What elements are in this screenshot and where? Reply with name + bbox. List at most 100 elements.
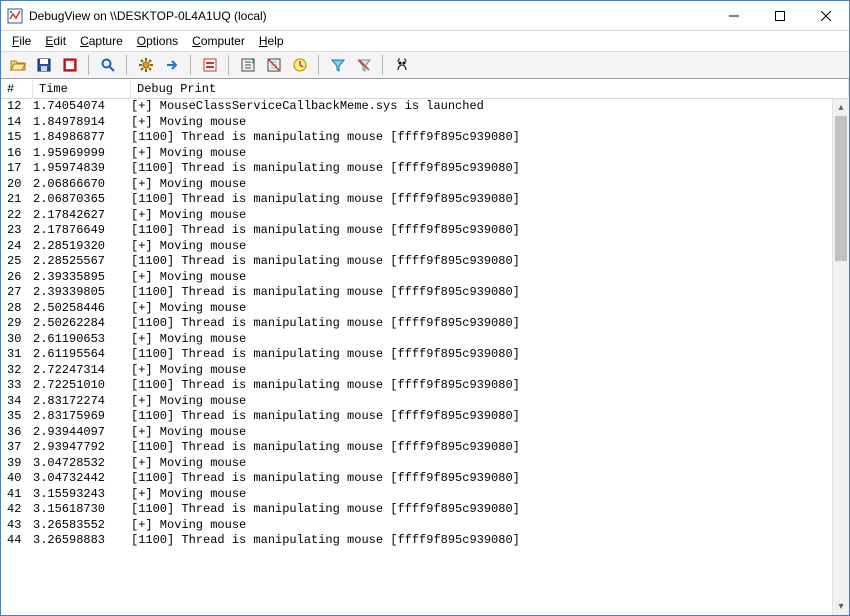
maximize-button[interactable] bbox=[757, 1, 803, 30]
log-row[interactable]: 342.83172274[+] Moving mouse bbox=[1, 394, 832, 410]
menu-computer[interactable]: Computer bbox=[185, 32, 252, 50]
log-row[interactable]: 423.15618730[1100] Thread is manipulatin… bbox=[1, 502, 832, 518]
column-time[interactable]: Time bbox=[33, 79, 131, 99]
open-button[interactable] bbox=[6, 54, 29, 76]
find-button[interactable] bbox=[390, 54, 413, 76]
capture-toggle-button[interactable] bbox=[58, 54, 81, 76]
scroll-thumb[interactable] bbox=[835, 116, 847, 261]
log-row[interactable]: 302.61190653[+] Moving mouse bbox=[1, 332, 832, 348]
menu-capture[interactable]: Capture bbox=[73, 32, 130, 50]
log-row[interactable]: 252.28525567[1100] Thread is manipulatin… bbox=[1, 254, 832, 270]
row-message: [1100] Thread is manipulating mouse [fff… bbox=[131, 130, 832, 146]
close-button[interactable] bbox=[803, 1, 849, 30]
toolbar-separator bbox=[382, 55, 383, 75]
row-message: [+] Moving mouse bbox=[131, 332, 832, 348]
gear-icon bbox=[138, 57, 154, 73]
log-row[interactable]: 413.15593243[+] Moving mouse bbox=[1, 487, 832, 503]
row-message: [1100] Thread is manipulating mouse [fff… bbox=[131, 347, 832, 363]
row-time: 3.26583552 bbox=[33, 518, 131, 534]
log-row[interactable]: 262.39335895[+] Moving mouse bbox=[1, 270, 832, 286]
log-row[interactable]: 332.72251010[1100] Thread is manipulatin… bbox=[1, 378, 832, 394]
row-time: 2.50258446 bbox=[33, 301, 131, 317]
log-row[interactable]: 433.26583552[+] Moving mouse bbox=[1, 518, 832, 534]
find-icon bbox=[394, 57, 410, 73]
log-row[interactable]: 242.28519320[+] Moving mouse bbox=[1, 239, 832, 255]
log-row[interactable]: 141.84978914[+] Moving mouse bbox=[1, 115, 832, 131]
row-message: [+] Moving mouse bbox=[131, 487, 832, 503]
row-time: 2.61195564 bbox=[33, 347, 131, 363]
log-row[interactable]: 372.93947792[1100] Thread is manipulatin… bbox=[1, 440, 832, 456]
menu-options[interactable]: Options bbox=[130, 32, 185, 50]
log-row[interactable]: 232.17876649[1100] Thread is manipulatin… bbox=[1, 223, 832, 239]
row-message: [1100] Thread is manipulating mouse [fff… bbox=[131, 378, 832, 394]
scroll-down-icon[interactable]: ▾ bbox=[833, 598, 849, 615]
column-number[interactable]: # bbox=[1, 79, 33, 99]
log-row[interactable]: 312.61195564[1100] Thread is manipulatin… bbox=[1, 347, 832, 363]
scroll-up-icon[interactable]: ▴ bbox=[833, 99, 849, 116]
column-debug-print[interactable]: Debug Print bbox=[131, 79, 849, 99]
row-time: 1.95969999 bbox=[33, 146, 131, 162]
menu-edit[interactable]: Edit bbox=[38, 32, 73, 50]
row-number: 40 bbox=[1, 471, 33, 487]
log-row[interactable]: 161.95969999[+] Moving mouse bbox=[1, 146, 832, 162]
row-time: 3.15593243 bbox=[33, 487, 131, 503]
log-row[interactable]: 121.74054074[+] MouseClassServiceCallbac… bbox=[1, 99, 832, 115]
row-number: 23 bbox=[1, 223, 33, 239]
log-row[interactable]: 362.93944097[+] Moving mouse bbox=[1, 425, 832, 441]
arrow-right-button[interactable] bbox=[160, 54, 183, 76]
row-number: 26 bbox=[1, 270, 33, 286]
log-area: 121.74054074[+] MouseClassServiceCallbac… bbox=[1, 99, 849, 615]
column-headers: # Time Debug Print bbox=[1, 79, 849, 99]
minimize-button[interactable] bbox=[711, 1, 757, 30]
log-row[interactable]: 322.72247314[+] Moving mouse bbox=[1, 363, 832, 379]
log-row[interactable]: 171.95974839[1100] Thread is manipulatin… bbox=[1, 161, 832, 177]
row-time: 2.28525567 bbox=[33, 254, 131, 270]
highlight-button[interactable] bbox=[198, 54, 221, 76]
row-message: [1100] Thread is manipulating mouse [fff… bbox=[131, 254, 832, 270]
row-time: 2.93947792 bbox=[33, 440, 131, 456]
titlebar: DebugView on \\DESKTOP-0L4A1UQ (local) bbox=[1, 1, 849, 31]
clock-icon bbox=[292, 57, 308, 73]
log-row[interactable]: 202.06866670[+] Moving mouse bbox=[1, 177, 832, 193]
row-message: [+] Moving mouse bbox=[131, 146, 832, 162]
row-time: 1.95974839 bbox=[33, 161, 131, 177]
save-button[interactable] bbox=[32, 54, 55, 76]
filter-include-icon bbox=[330, 57, 346, 73]
clock-button[interactable] bbox=[288, 54, 311, 76]
row-time: 3.04732442 bbox=[33, 471, 131, 487]
menu-help[interactable]: Help bbox=[252, 32, 291, 50]
row-number: 22 bbox=[1, 208, 33, 224]
vertical-scrollbar[interactable]: ▴ ▾ bbox=[832, 99, 849, 615]
filter-exclude-icon bbox=[356, 57, 372, 73]
log-list[interactable]: 121.74054074[+] MouseClassServiceCallbac… bbox=[1, 99, 832, 615]
magnifier-button[interactable] bbox=[96, 54, 119, 76]
gear-button[interactable] bbox=[134, 54, 157, 76]
log-row[interactable]: 393.04728532[+] Moving mouse bbox=[1, 456, 832, 472]
filter-exclude-button[interactable] bbox=[352, 54, 375, 76]
open-icon bbox=[10, 57, 26, 73]
log-row[interactable]: 151.84986877[1100] Thread is manipulatin… bbox=[1, 130, 832, 146]
row-number: 37 bbox=[1, 440, 33, 456]
log-row[interactable]: 282.50258446[+] Moving mouse bbox=[1, 301, 832, 317]
filter-include-button[interactable] bbox=[326, 54, 349, 76]
scroll-track[interactable] bbox=[833, 116, 849, 598]
log-row[interactable]: 292.50262284[1100] Thread is manipulatin… bbox=[1, 316, 832, 332]
log-row[interactable]: 443.26598883[1100] Thread is manipulatin… bbox=[1, 533, 832, 549]
toolbar-separator bbox=[190, 55, 191, 75]
row-message: [+] Moving mouse bbox=[131, 270, 832, 286]
row-number: 17 bbox=[1, 161, 33, 177]
clear-button[interactable] bbox=[262, 54, 285, 76]
row-number: 27 bbox=[1, 285, 33, 301]
log-row[interactable]: 352.83175969[1100] Thread is manipulatin… bbox=[1, 409, 832, 425]
row-number: 21 bbox=[1, 192, 33, 208]
log-row[interactable]: 272.39339805[1100] Thread is manipulatin… bbox=[1, 285, 832, 301]
row-message: [1100] Thread is manipulating mouse [fff… bbox=[131, 285, 832, 301]
autoscroll-button[interactable] bbox=[236, 54, 259, 76]
log-row[interactable]: 403.04732442[1100] Thread is manipulatin… bbox=[1, 471, 832, 487]
log-row[interactable]: 212.06870365[1100] Thread is manipulatin… bbox=[1, 192, 832, 208]
row-time: 2.06870365 bbox=[33, 192, 131, 208]
highlight-icon bbox=[202, 57, 218, 73]
row-time: 1.84986877 bbox=[33, 130, 131, 146]
log-row[interactable]: 222.17842627[+] Moving mouse bbox=[1, 208, 832, 224]
menu-file[interactable]: File bbox=[5, 32, 38, 50]
